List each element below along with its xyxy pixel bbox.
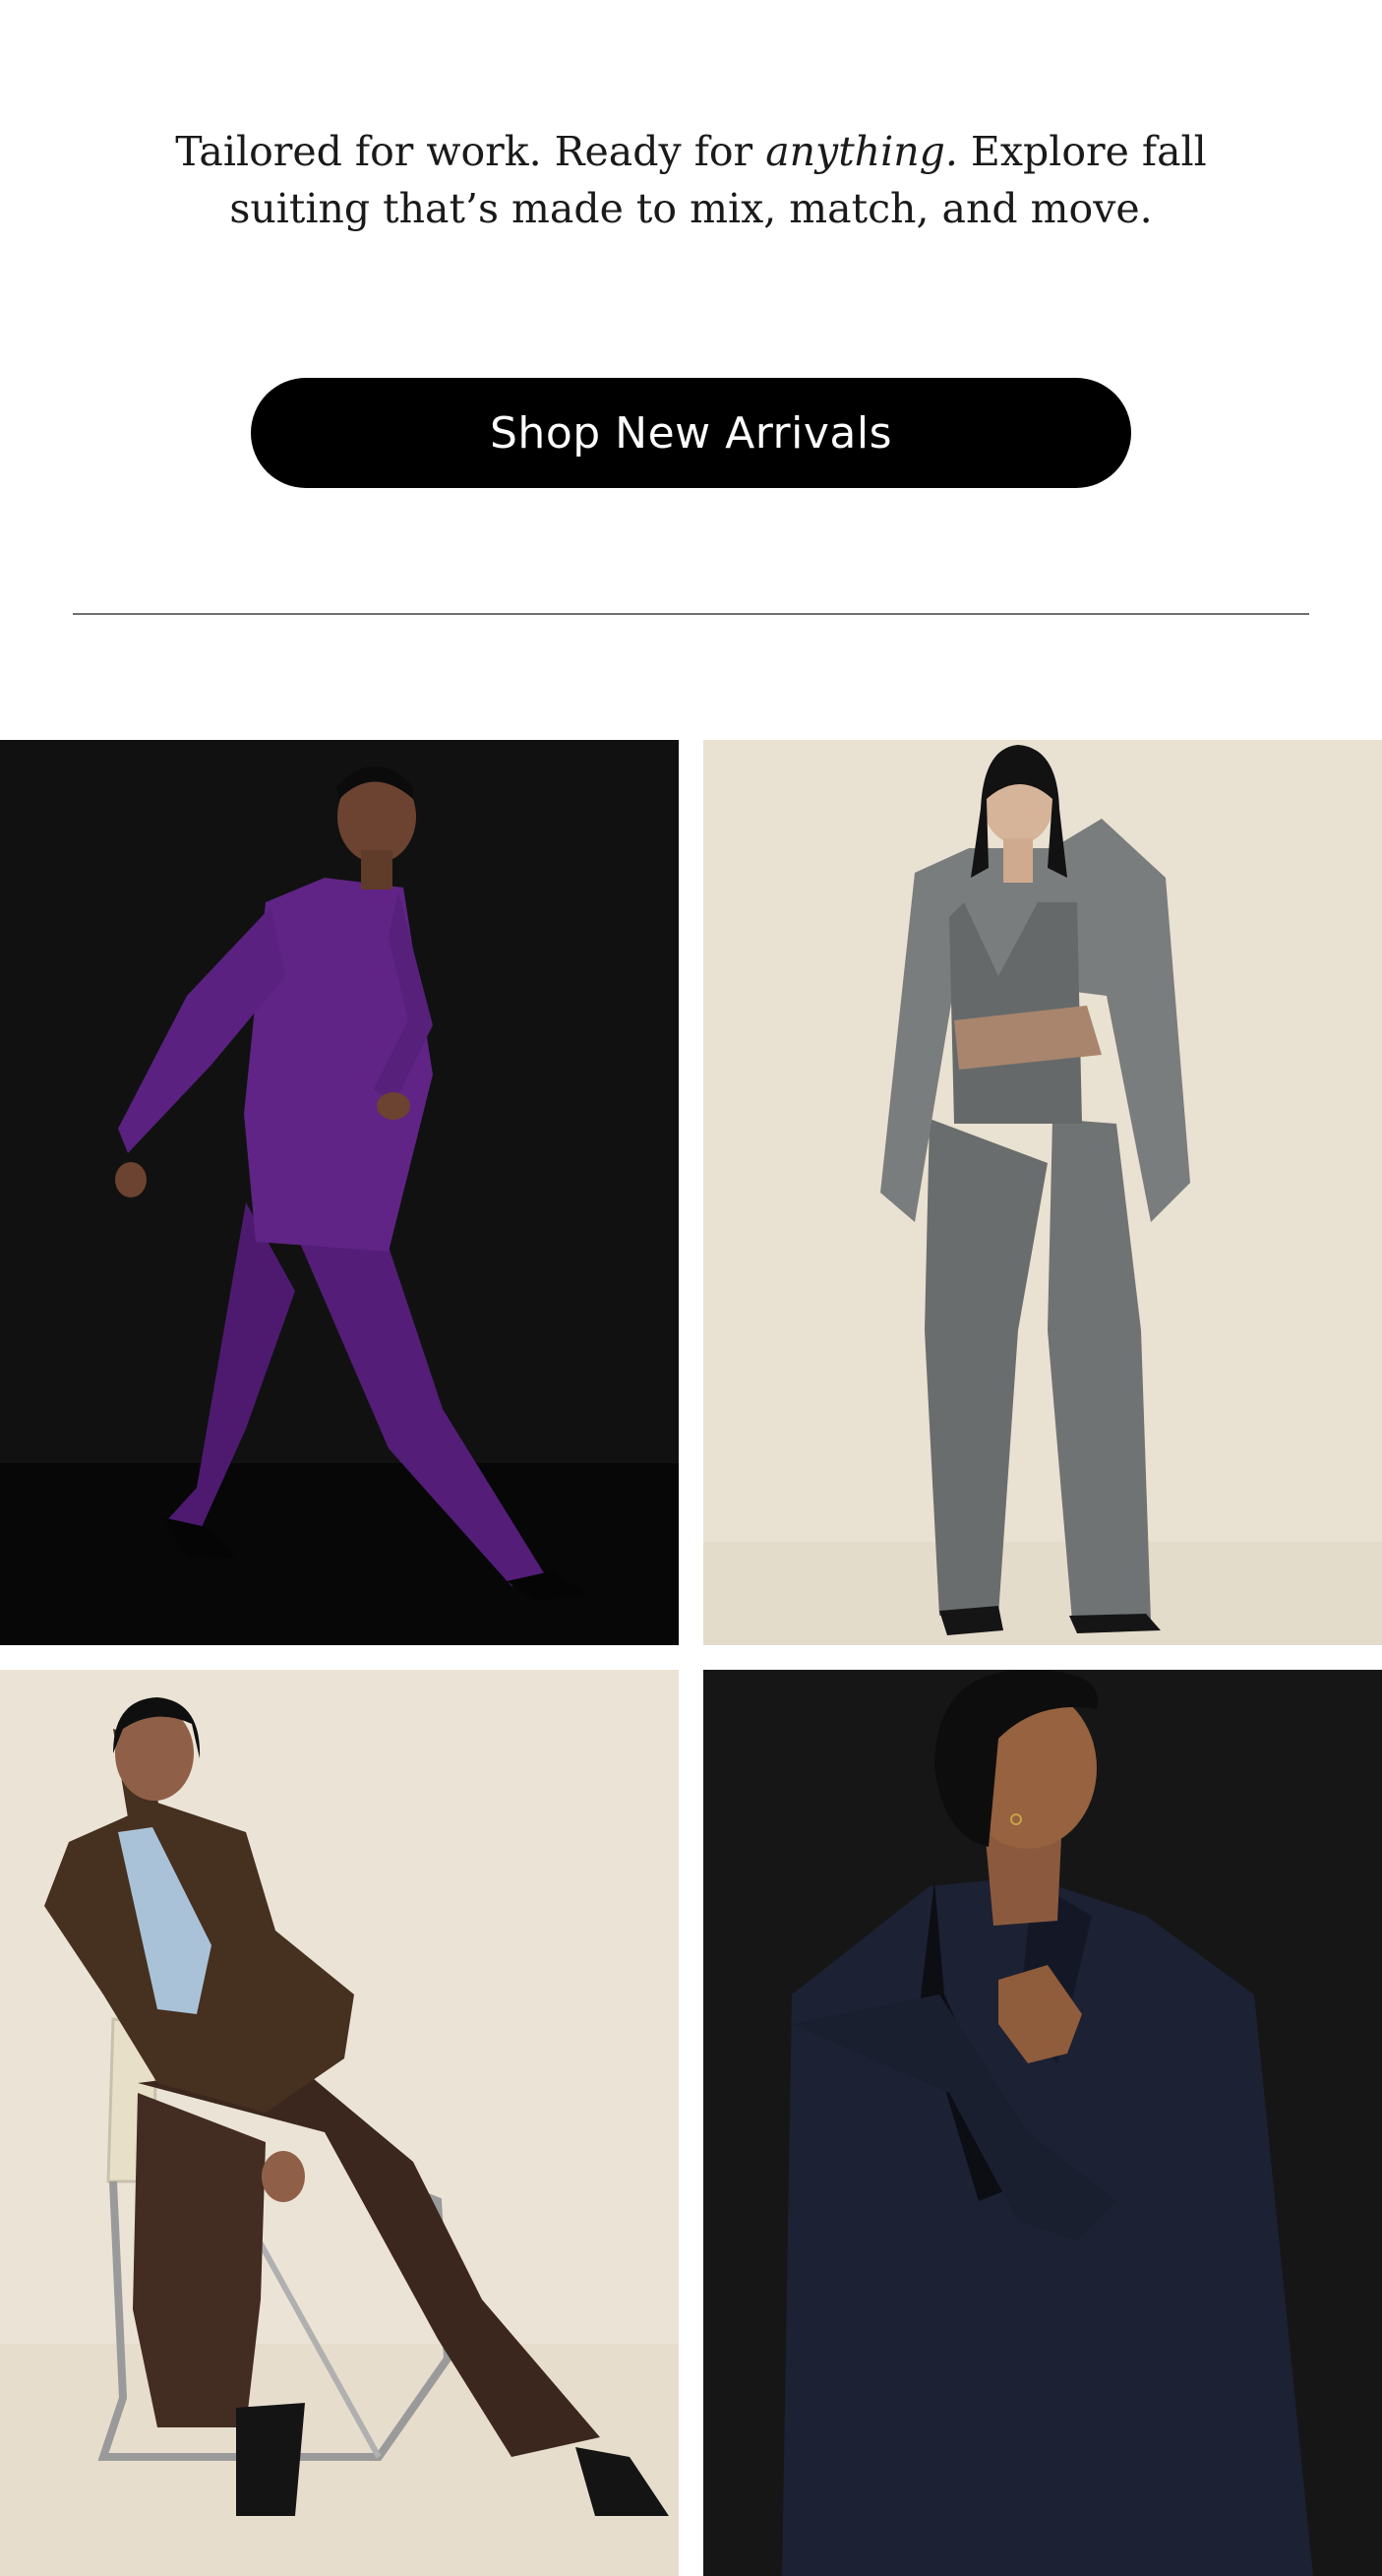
intro-text: Tailored for work. Ready for anything. E… — [0, 123, 1382, 237]
intro-text-tail: Explore fall — [957, 128, 1207, 175]
intro-text-end: suiting that’s made to mix, match, and m… — [229, 185, 1153, 232]
brown-suit-photo — [0, 1670, 679, 2576]
intro-text-emphasis: anything. — [765, 128, 958, 175]
navy-tuxedo-photo — [703, 1670, 1382, 2576]
gallery-image-navy-tuxedo[interactable] — [703, 1670, 1382, 2576]
intro-text-start: Tailored for work. Ready for — [175, 128, 766, 175]
shop-new-arrivals-button[interactable]: Shop New Arrivals — [251, 378, 1131, 488]
gallery-image-grey-suit[interactable] — [703, 740, 1382, 1645]
gallery-image-purple-suit[interactable] — [0, 740, 679, 1645]
purple-suit-photo — [0, 740, 679, 1645]
gallery-image-brown-suit[interactable] — [0, 1670, 679, 2576]
section-divider — [73, 613, 1309, 615]
grey-suit-photo — [703, 740, 1382, 1645]
